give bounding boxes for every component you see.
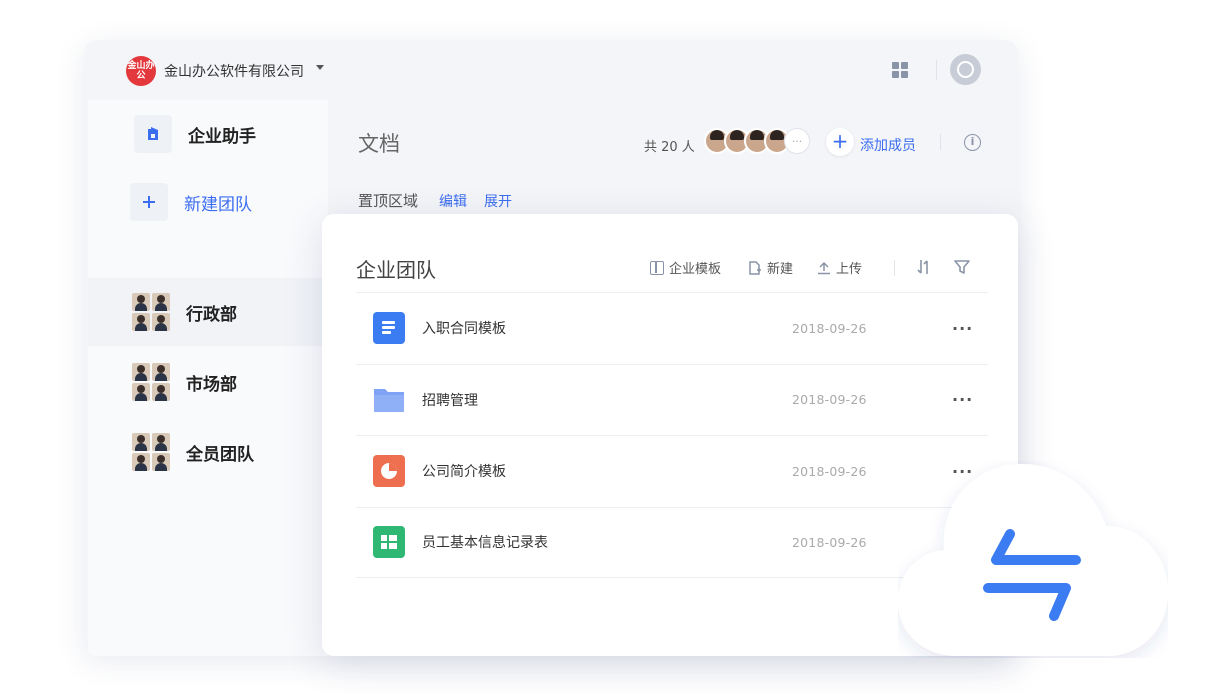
sidebar-item-label: 全员团队 xyxy=(186,444,254,465)
file-date: 2018-09-26 xyxy=(792,392,867,408)
add-member-button[interactable]: + xyxy=(826,128,854,156)
card-title: 企业团队 xyxy=(356,258,436,282)
file-name: 招聘管理 xyxy=(422,392,478,409)
more-members-icon[interactable]: ··· xyxy=(784,128,810,154)
team-avatars xyxy=(132,293,170,331)
assistant-icon xyxy=(134,115,172,153)
card-toolbar: 企业模板 新建 上传 xyxy=(650,258,990,278)
file-date: 2018-09-26 xyxy=(792,534,867,550)
pinned-expand-link[interactable]: 展开 xyxy=(484,191,512,211)
pinned-area-label: 置顶区域 xyxy=(358,192,419,210)
file-row[interactable]: 招聘管理 2018-09-26 ··· xyxy=(356,363,988,436)
more-icon[interactable]: ··· xyxy=(952,390,973,409)
folder-icon xyxy=(374,388,404,412)
sidebar-item-assistant[interactable]: 企业助手 xyxy=(88,100,328,168)
file-row[interactable]: 入职合同模板 2018-09-26 ··· xyxy=(356,292,988,364)
template-label: 企业模板 xyxy=(669,262,722,277)
divider xyxy=(940,134,941,150)
template-icon xyxy=(650,260,664,275)
apps-grid-icon[interactable] xyxy=(892,62,908,78)
info-icon[interactable]: i xyxy=(964,134,981,151)
sidebar-item-label: 市场部 xyxy=(186,374,237,395)
sidebar-item-all-staff[interactable]: 全员团队 xyxy=(88,418,328,486)
more-icon[interactable]: ··· xyxy=(952,319,973,338)
new-label: 新建 xyxy=(767,262,794,277)
add-member-link[interactable]: 添加成员 xyxy=(860,135,916,155)
sidebar-item-label: 企业助手 xyxy=(188,126,256,147)
company-logo-icon: 金山办公 xyxy=(126,56,156,86)
file-name: 员工基本信息记录表 xyxy=(422,535,548,552)
upload-button[interactable]: 上传 xyxy=(817,258,862,277)
member-avatars[interactable]: ··· xyxy=(704,128,810,156)
template-button[interactable]: 企业模板 xyxy=(650,258,721,277)
sidebar-item-marketing[interactable]: 市场部 xyxy=(88,348,328,416)
file-list: 入职合同模板 2018-09-26 ··· 招聘管理 2018-09-26 ··… xyxy=(356,292,988,578)
company-name[interactable]: 金山办公软件有限公司 xyxy=(164,61,304,81)
upload-label: 上传 xyxy=(836,262,863,277)
plus-icon xyxy=(130,183,168,221)
sidebar-item-label: 行政部 xyxy=(186,304,237,325)
sidebar-item-label: 新建团队 xyxy=(184,194,252,215)
new-file-icon xyxy=(749,260,761,275)
filter-icon[interactable] xyxy=(954,258,970,276)
cloud-sync-icon xyxy=(898,464,1168,656)
new-button[interactable]: 新建 xyxy=(748,258,793,277)
file-date: 2018-09-26 xyxy=(792,463,867,479)
spreadsheet-icon xyxy=(373,526,405,559)
file-row[interactable]: 员工基本信息记录表 2018-09-26 xyxy=(356,506,988,578)
sidebar-item-new-team[interactable]: 新建团队 xyxy=(88,168,328,236)
pinned-edit-link[interactable]: 编辑 xyxy=(439,191,467,211)
file-row[interactable]: 公司简介模板 2018-09-26 ··· xyxy=(356,435,988,507)
file-name: 入职合同模板 xyxy=(422,321,506,338)
divider xyxy=(894,260,895,276)
sidebar: 企业助手 新建团队 行政部 市场部 全员团队 xyxy=(88,100,328,656)
sidebar-item-admin[interactable]: 行政部 xyxy=(88,278,328,346)
upload-icon xyxy=(818,261,830,274)
document-icon xyxy=(373,312,405,345)
member-count: 共 20 人 xyxy=(644,140,695,155)
file-date: 2018-09-26 xyxy=(792,320,867,336)
divider xyxy=(936,60,937,80)
team-avatars xyxy=(132,363,170,401)
user-avatar-icon[interactable] xyxy=(950,54,981,85)
presentation-icon xyxy=(373,455,405,488)
chevron-down-icon[interactable] xyxy=(316,65,324,70)
file-name: 公司简介模板 xyxy=(422,464,506,481)
top-bar: 金山办公 金山办公软件有限公司 xyxy=(84,40,1018,100)
page-title: 文档 xyxy=(358,132,400,156)
sort-icon[interactable] xyxy=(916,258,932,276)
team-avatars xyxy=(132,433,170,471)
